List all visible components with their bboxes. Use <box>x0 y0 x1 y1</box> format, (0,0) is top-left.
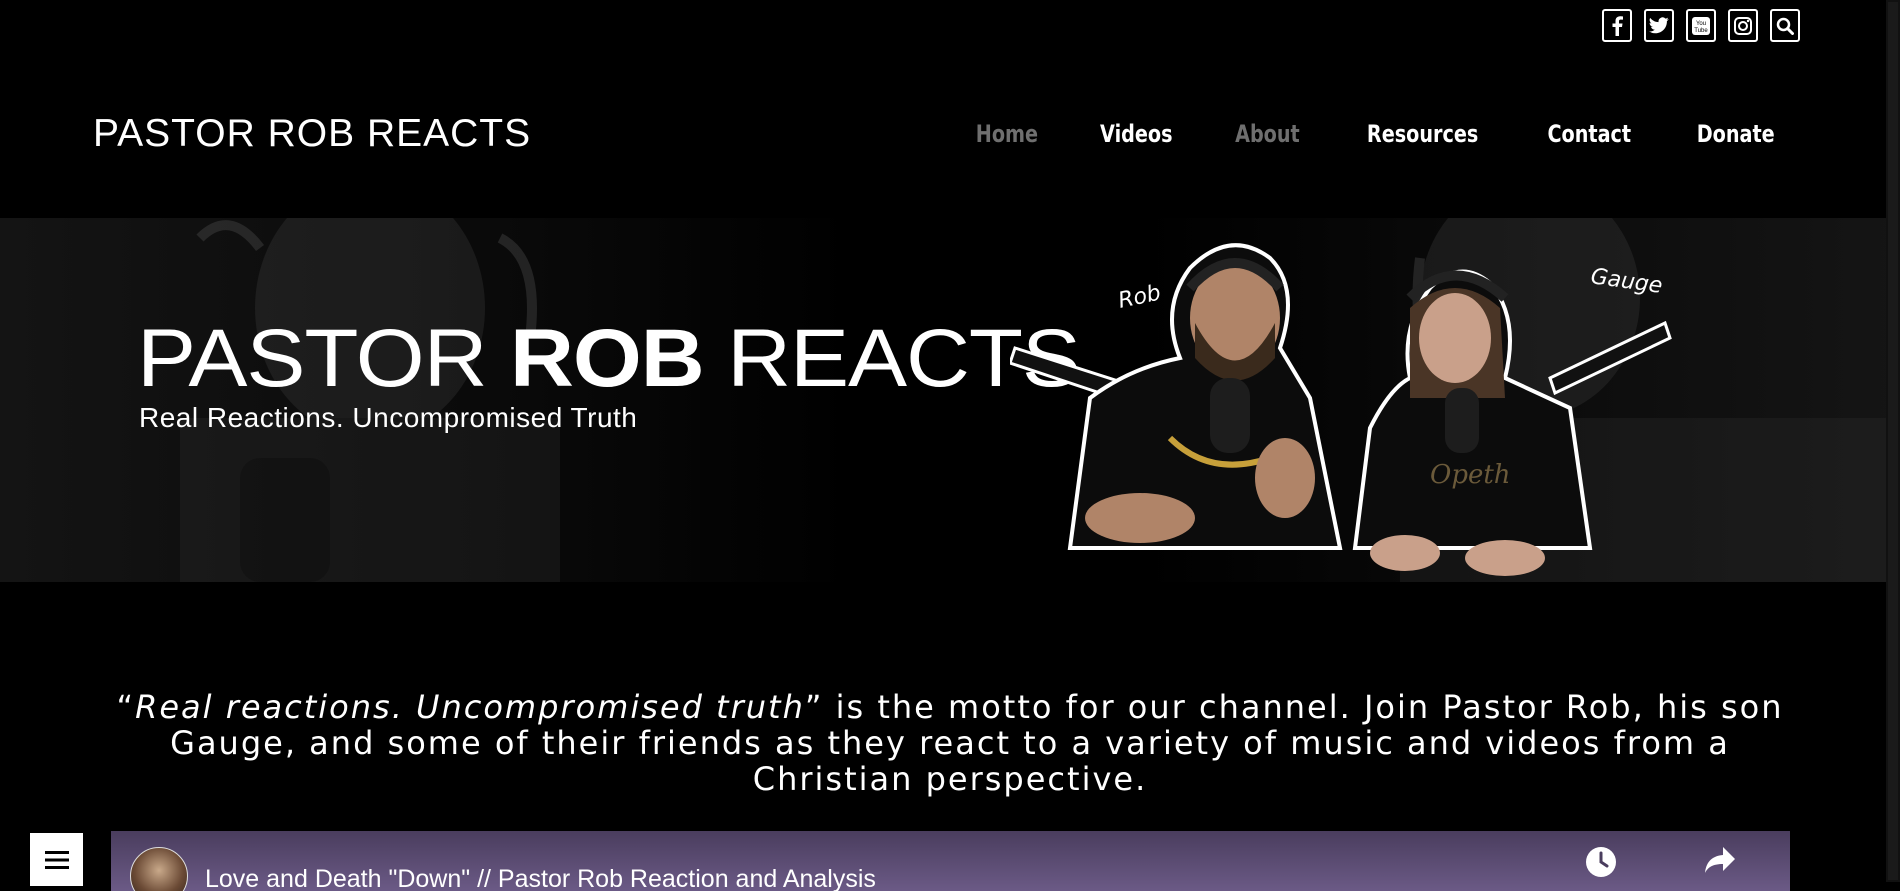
hero-banner: PASTOR ROB REACTS Real Reactions. Uncomp… <box>0 218 1900 582</box>
menu-hamburger-icon[interactable] <box>30 833 83 886</box>
nav-item-home[interactable]: Home <box>976 120 1038 148</box>
rob-figure <box>1067 243 1343 550</box>
instagram-icon[interactable] <box>1728 9 1758 42</box>
nav-item-resources[interactable]: Resources <box>1367 120 1478 148</box>
share-arrow-icon[interactable] <box>1703 845 1737 879</box>
watch-later-clock-icon[interactable] <box>1584 845 1618 883</box>
svg-text:Tube: Tube <box>1694 28 1708 34</box>
youtube-icon[interactable]: You Tube <box>1686 9 1716 42</box>
hero-brand-pastor: PASTOR <box>137 313 511 404</box>
hero-tagline: Real Reactions. Uncompromised Truth <box>139 402 638 433</box>
hosts-photo: Opeth Rob Gauge <box>1010 243 1672 576</box>
nav-item-videos[interactable]: Videos <box>1100 120 1172 148</box>
channel-avatar[interactable] <box>130 847 188 891</box>
page-scrollbar[interactable] <box>1886 0 1900 882</box>
facebook-icon[interactable] <box>1602 9 1632 42</box>
intro-paragraph: “Real reactions. Uncompromised truth” is… <box>110 689 1790 797</box>
svg-text:Opeth: Opeth <box>1430 460 1511 490</box>
social-bar: You Tube <box>1602 9 1800 42</box>
page-scrollbar-thumb[interactable] <box>1888 2 1898 880</box>
hero-brand-logo: PASTOR ROB REACTS <box>137 318 1081 400</box>
nav-item-about[interactable]: About <box>1235 120 1300 148</box>
svg-text:You: You <box>1696 21 1706 27</box>
search-icon[interactable] <box>1770 9 1800 42</box>
intro-open-quote: “ <box>116 688 136 726</box>
name-tag-gauge: Gauge <box>1589 264 1664 299</box>
mic-arm-right-icon <box>1548 320 1672 396</box>
hero-brand-rob: ROB <box>510 313 705 404</box>
nav-item-donate[interactable]: Donate <box>1696 120 1774 148</box>
name-tag-rob: Rob <box>1116 281 1163 314</box>
gauge-figure: Opeth <box>1352 269 1593 576</box>
main-nav: Home Videos About Resources Contact Dona… <box>968 120 1784 148</box>
intro-motto: Real reactions. Uncompromised truth <box>135 688 805 726</box>
video-title[interactable]: Love and Death "Down" // Pastor Rob Reac… <box>205 865 876 891</box>
twitter-icon[interactable] <box>1644 9 1674 42</box>
video-embed[interactable]: Love and Death "Down" // Pastor Rob Reac… <box>111 831 1790 891</box>
site-title[interactable]: PASTOR ROB REACTS <box>93 112 531 156</box>
nav-item-contact[interactable]: Contact <box>1547 120 1631 148</box>
